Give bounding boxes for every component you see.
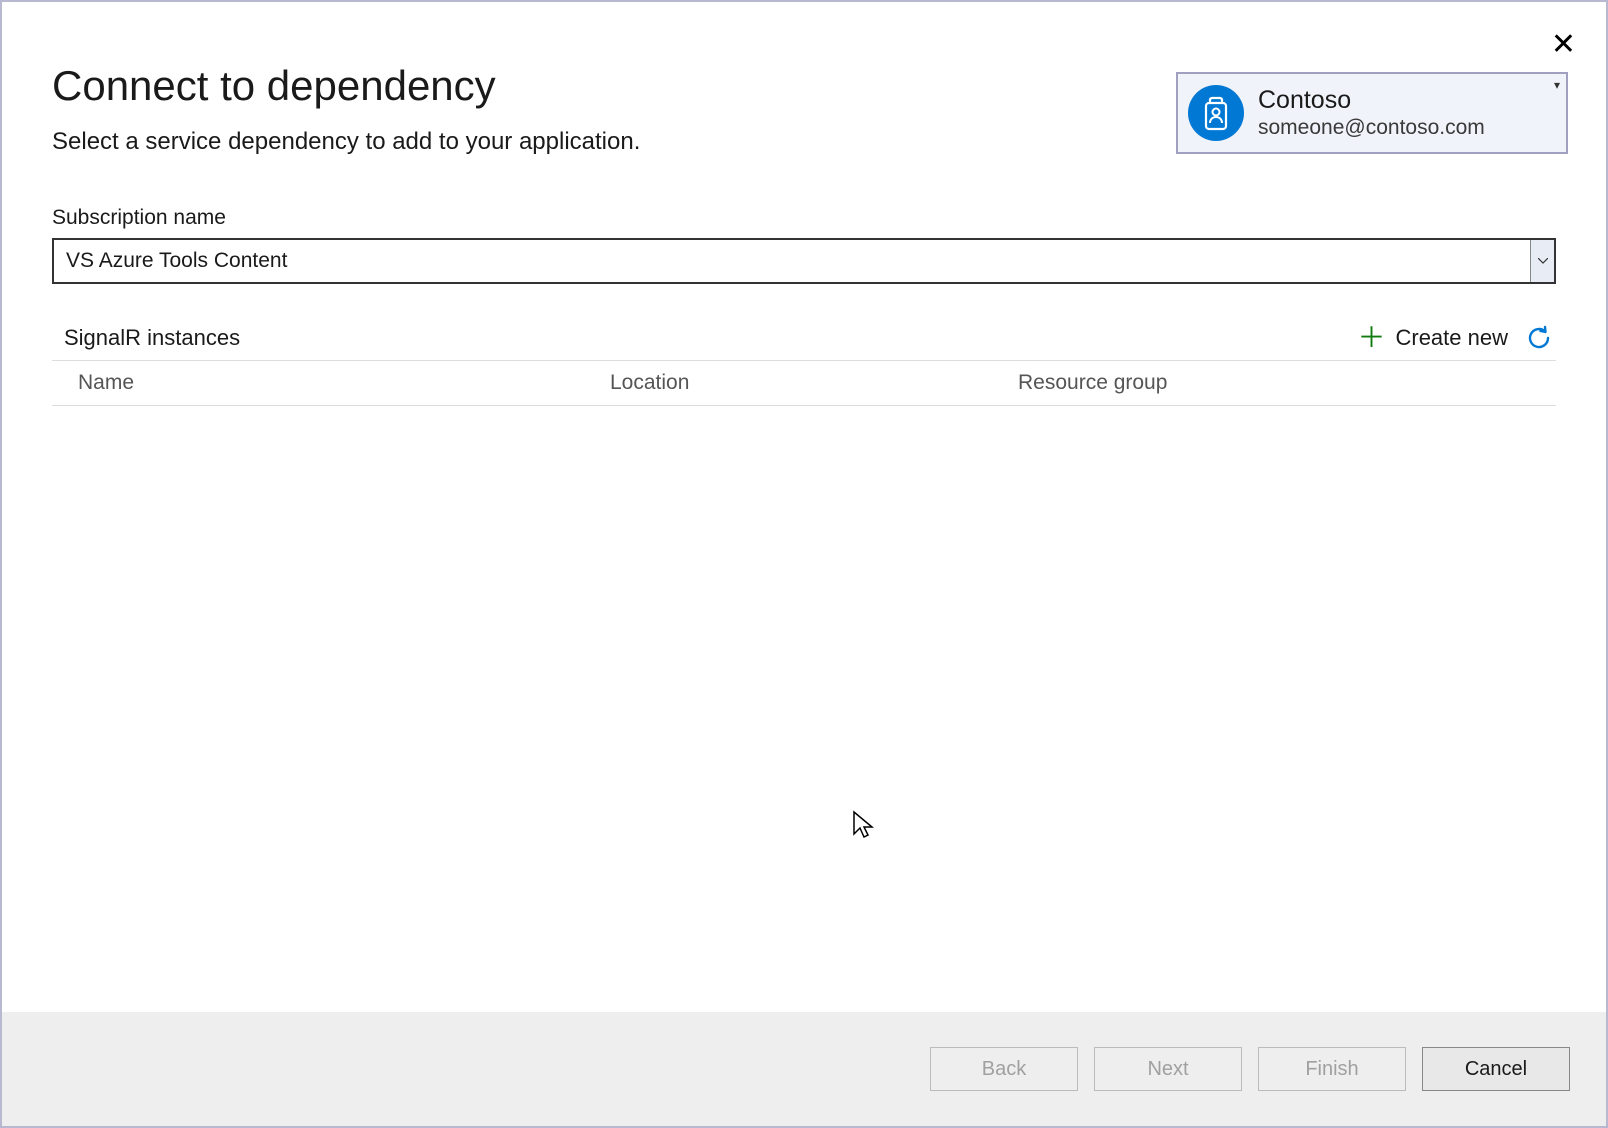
next-button[interactable]: Next [1094,1047,1242,1091]
instances-table-header: Name Location Resource group [52,361,1556,406]
refresh-button[interactable] [1526,325,1556,351]
cancel-button[interactable]: Cancel [1422,1047,1570,1091]
dialog-window: ✕ Connect to dependency Select a service… [0,0,1608,1128]
instances-header-row: SignalR instances ＋ Create new [52,324,1556,361]
column-resource-group: Resource group [1018,371,1556,395]
subscription-label: Subscription name [52,206,1556,230]
instances-actions: ＋ Create new [1357,324,1556,352]
instances-label: SignalR instances [64,325,240,351]
dropdown-toggle[interactable] [1530,240,1554,282]
account-text: Contoso someone@contoso.com [1258,85,1485,140]
subscription-dropdown[interactable]: VS Azure Tools Content [52,238,1556,284]
column-location: Location [610,371,1018,395]
create-new-label: Create new [1395,325,1508,351]
chevron-down-icon: ▾ [1554,78,1560,92]
account-email: someone@contoso.com [1258,115,1485,140]
back-button[interactable]: Back [930,1047,1078,1091]
account-badge-icon [1188,85,1244,141]
column-name: Name [78,371,610,395]
create-new-button[interactable]: ＋ Create new [1357,324,1508,352]
finish-button[interactable]: Finish [1258,1047,1406,1091]
account-name: Contoso [1258,85,1485,115]
plus-icon: ＋ [1357,324,1385,352]
header: Connect to dependency Select a service d… [2,2,1606,156]
subscription-selected: VS Azure Tools Content [54,249,299,273]
content-area: Subscription name VS Azure Tools Content… [2,156,1606,1012]
footer: Back Next Finish Cancel [2,1012,1606,1126]
account-selector[interactable]: Contoso someone@contoso.com ▾ [1176,72,1568,154]
